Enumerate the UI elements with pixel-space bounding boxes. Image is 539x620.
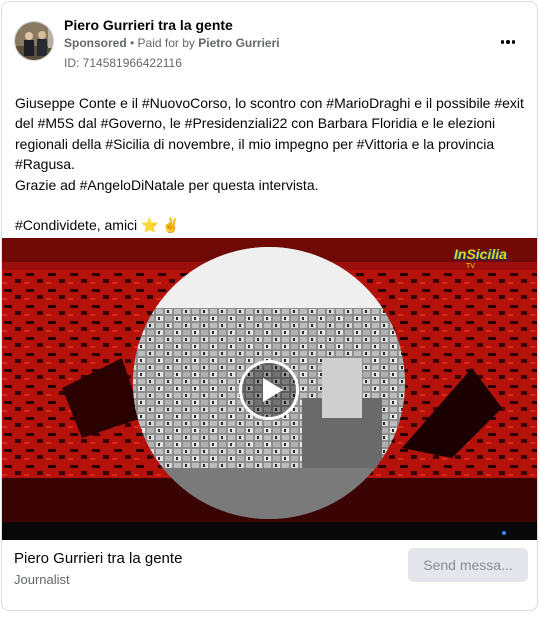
ad-id: ID: 714581966422116 [64, 56, 182, 70]
page-name[interactable]: Piero Gurrieri tra la gente [64, 17, 233, 33]
footer-category: Journalist [14, 572, 70, 587]
channel-logo-sub: TV [466, 263, 475, 270]
dot-icon [500, 40, 505, 44]
star-emoji-icon: ⭐ [141, 217, 159, 234]
sponsored-label[interactable]: Sponsored [64, 36, 127, 50]
post-header: Piero Gurrieri tra la gente Sponsored • … [2, 2, 537, 74]
post-line: #Condividete, amici ⭐ ✌ [15, 215, 527, 235]
dot-icon [506, 40, 510, 44]
post-message: Giuseppe Conte e il #NuovoCorso, lo scon… [15, 93, 527, 235]
post-line: #Ragusa. [15, 156, 75, 173]
share-hashtag-text: #Condividete, amici [15, 217, 138, 234]
post-line: regionali della #Sicilia di novembre, il… [15, 135, 495, 152]
ad-card: Piero Gurrieri tra la gente Sponsored • … [1, 1, 538, 611]
post-line: Giuseppe Conte e il #NuovoCorso, lo scon… [15, 95, 524, 111]
payer-name: Pietro Gurrieri [198, 36, 280, 50]
progress-indicator [502, 531, 506, 535]
victory-hand-emoji-icon: ✌ [162, 217, 180, 234]
paid-prefix: Paid for by [137, 36, 199, 50]
video-player[interactable]: InSicilia TV [2, 238, 537, 540]
dot-icon [511, 40, 516, 44]
meta-separator: • [126, 36, 138, 50]
play-triangle-icon [263, 378, 283, 402]
footer-page-name[interactable]: Piero Gurrieri tra la gente [14, 550, 182, 567]
send-message-button[interactable]: Send messa... [408, 548, 528, 582]
channel-logo: InSicilia [454, 246, 507, 262]
sponsored-meta: Sponsored • Paid for by Pietro Gurrieri [64, 36, 280, 50]
avatar[interactable] [14, 21, 54, 61]
post-line: Grazie ad #AngeloDiNatale per questa int… [15, 176, 319, 193]
play-icon[interactable] [239, 360, 299, 420]
post-line: del #M5S dal #Governo, le #Presidenziali… [15, 115, 496, 132]
more-options-icon[interactable] [496, 32, 520, 52]
